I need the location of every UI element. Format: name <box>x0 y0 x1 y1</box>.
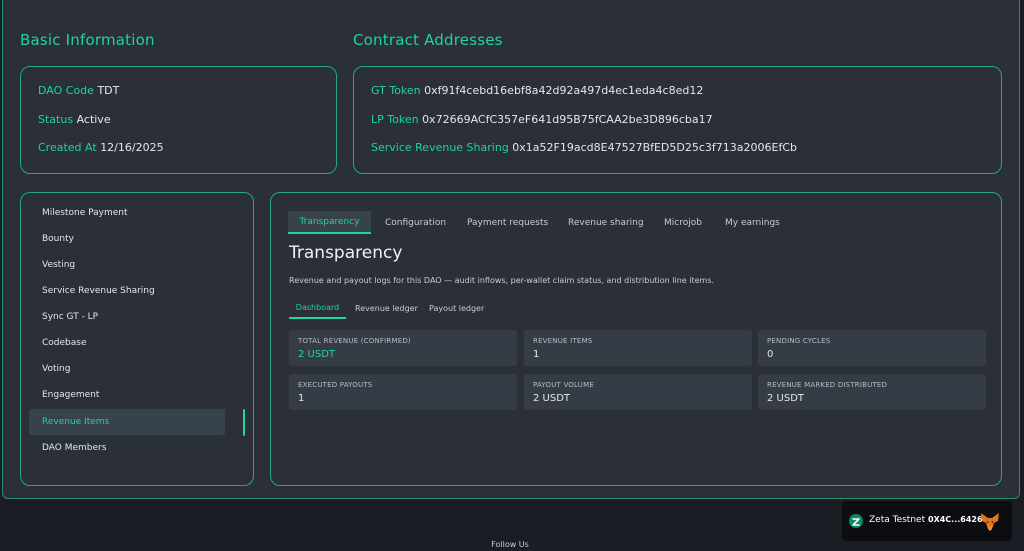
stat-revenue-items: REVENUE ITEMS 1 <box>524 330 752 366</box>
content-card: Transparency Configuration Payment reque… <box>270 192 1002 486</box>
subtab-label: Payout ledger <box>429 303 485 313</box>
zeta-network-icon <box>849 514 863 528</box>
tab-label: Microjob <box>664 217 702 228</box>
sidebar-item-codebase[interactable]: Codebase <box>29 330 225 356</box>
stat-value: 2 USDT <box>767 393 805 404</box>
created-at-label: Created At <box>38 141 97 154</box>
sidebar-item-engagement[interactable]: Engagement <box>29 382 225 408</box>
basic-info-title: Basic Information <box>20 31 155 49</box>
sidebar-item-label: Voting <box>42 364 71 374</box>
service-revenue-address[interactable]: 0x1a52F19acd8E47527BfED5D25c3f713a2006Ef… <box>512 141 797 154</box>
created-at-value: 12/16/2025 <box>100 141 164 154</box>
main-panel: Basic Information DAO Code TDT Status Ac… <box>2 0 1020 499</box>
service-revenue-label: Service Revenue Sharing <box>371 141 509 154</box>
stat-label: REVENUE MARKED DISTRIBUTED <box>767 381 888 389</box>
sidebar-item-label: Bounty <box>42 234 74 244</box>
tab-label: Configuration <box>385 217 447 228</box>
subtab-payout-ledger[interactable]: Payout ledger <box>429 297 484 319</box>
dao-code-label: DAO Code <box>38 84 94 97</box>
created-at-row: Created At 12/16/2025 <box>38 141 164 154</box>
follow-us-label: Follow Us <box>491 540 529 549</box>
sidebar-item-label: Service Revenue Sharing <box>42 286 155 296</box>
page-title: Transparency <box>289 243 403 263</box>
lp-token-address[interactable]: 0x72669ACfC357eF641d95B75fCAA2be3D896cba… <box>422 113 713 126</box>
basic-info-card: DAO Code TDT Status Active Created At 12… <box>20 66 337 174</box>
sidebar-item-service-revenue-sharing[interactable]: Service Revenue Sharing <box>29 278 225 304</box>
status-label: Status <box>38 113 74 126</box>
contracts-card: GT Token 0xf91f4cebd16ebf8a42d92a497d4ec… <box>353 66 1002 174</box>
tab-revenue-sharing[interactable]: Revenue sharing <box>562 211 650 234</box>
sidebar-item-milestone-payment[interactable]: Milestone Payment <box>29 200 225 226</box>
subtab-dashboard[interactable]: Dashboard <box>289 297 346 319</box>
wallet-address[interactable]: 0X4C...6426 <box>928 515 983 524</box>
subtab-label: Revenue ledger <box>355 303 418 313</box>
status-value: Active <box>76 113 111 126</box>
subtab-label: Dashboard <box>295 302 340 312</box>
gt-token-address[interactable]: 0xf91f4cebd16ebf8a42d92a497d4ec1eda4c8ed… <box>424 84 703 97</box>
gt-token-label: GT Token <box>371 84 421 97</box>
gt-token-row: GT Token 0xf91f4cebd16ebf8a42d92a497d4ec… <box>371 84 703 97</box>
sidebar-item-label: Codebase <box>42 338 87 348</box>
sidebar-item-vesting[interactable]: Vesting <box>29 252 225 278</box>
tab-configuration[interactable]: Configuration <box>379 211 452 234</box>
sidebar-active-indicator <box>243 409 245 436</box>
tab-label: Payment requests <box>467 217 549 228</box>
stat-payout-volume: PAYOUT VOLUME 2 USDT <box>524 374 752 410</box>
stat-label: EXECUTED PAYOUTS <box>298 381 373 389</box>
status-row: Status Active <box>38 113 111 126</box>
tab-label: Transparency <box>299 216 360 227</box>
sidebar-item-bounty[interactable]: Bounty <box>29 226 225 252</box>
tab-payment-requests[interactable]: Payment requests <box>461 211 554 234</box>
tab-my-earnings[interactable]: My earnings <box>719 211 786 234</box>
stat-value: 2 USDT <box>533 393 571 404</box>
sidebar-item-voting[interactable]: Voting <box>29 356 225 382</box>
lp-token-row: LP Token 0x72669ACfC357eF641d95B75fCAA2b… <box>371 113 713 126</box>
stat-value: 0 <box>767 349 774 360</box>
stat-pending-cycles: PENDING CYCLES 0 <box>758 330 986 366</box>
network-name[interactable]: Zeta Testnet <box>869 515 925 525</box>
service-revenue-row: Service Revenue Sharing 0x1a52F19acd8E47… <box>371 141 797 154</box>
sidebar-card: Milestone Payment Bounty Vesting Service… <box>20 192 254 486</box>
contracts-title: Contract Addresses <box>353 31 503 49</box>
tab-microjob[interactable]: Microjob <box>658 211 708 234</box>
sidebar-item-label: Milestone Payment <box>42 208 128 218</box>
stat-revenue-marked-distributed: REVENUE MARKED DISTRIBUTED 2 USDT <box>758 374 986 410</box>
sidebar-item-label: Sync GT - LP <box>42 312 99 322</box>
sidebar-item-sync-gt-lp[interactable]: Sync GT - LP <box>29 304 225 330</box>
dao-code-value: TDT <box>97 84 120 97</box>
dao-code-row: DAO Code TDT <box>38 84 119 97</box>
page-description: Revenue and payout logs for this DAO — a… <box>289 276 715 285</box>
lp-token-label: LP Token <box>371 113 419 126</box>
wallet-widget[interactable]: Zeta Testnet 0X4C...6426 <box>842 501 1012 541</box>
stat-label: TOTAL REVENUE (CONFIRMED) <box>298 337 411 345</box>
stat-value: 1 <box>298 393 305 404</box>
stat-label: PAYOUT VOLUME <box>533 381 594 389</box>
sidebar-item-label: Engagement <box>42 390 100 400</box>
stat-value: 1 <box>533 349 540 360</box>
stat-total-revenue: TOTAL REVENUE (CONFIRMED) 2 USDT <box>289 330 517 366</box>
tab-label: My earnings <box>725 217 780 228</box>
stat-executed-payouts: EXECUTED PAYOUTS 1 <box>289 374 517 410</box>
sidebar-item-label: DAO Members <box>42 443 107 453</box>
metamask-fox-icon <box>979 510 1001 532</box>
sidebar-item-dao-members[interactable]: DAO Members <box>29 435 225 461</box>
tab-label: Revenue sharing <box>568 217 644 228</box>
stat-label: PENDING CYCLES <box>767 337 831 345</box>
subtab-revenue-ledger[interactable]: Revenue ledger <box>355 297 418 319</box>
sidebar-item-label: Vesting <box>42 260 76 270</box>
sidebar-item-label: Revenue Items <box>42 417 110 427</box>
tab-transparency[interactable]: Transparency <box>288 211 371 234</box>
sidebar-item-revenue-items[interactable]: Revenue Items <box>29 409 225 435</box>
stat-label: REVENUE ITEMS <box>533 337 593 345</box>
stat-value: 2 USDT <box>298 349 336 360</box>
